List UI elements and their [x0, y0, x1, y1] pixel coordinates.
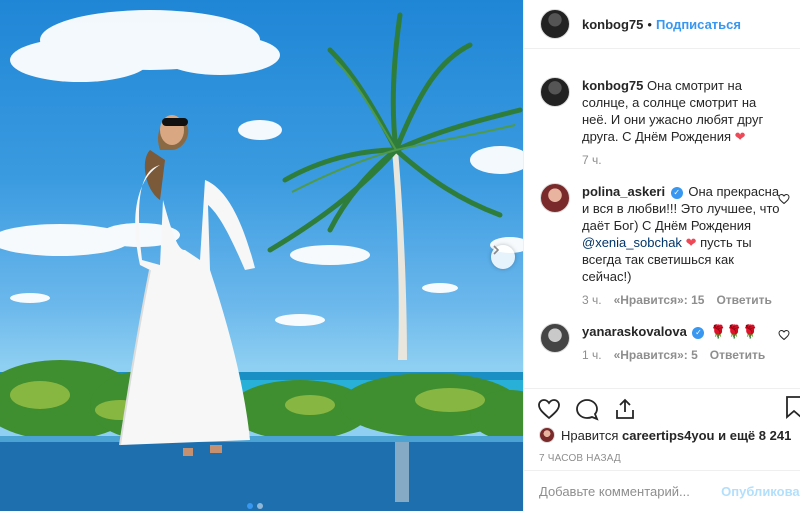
follow-button[interactable]: Подписаться — [656, 17, 741, 32]
author-avatar[interactable] — [540, 9, 570, 39]
like-comment-heart-icon[interactable] — [778, 193, 790, 205]
add-comment-bar: Опубликовать — [523, 470, 800, 511]
comment-time[interactable]: 3 ч. — [582, 293, 602, 307]
comment-input[interactable] — [539, 483, 719, 499]
caption-avatar[interactable] — [540, 77, 570, 107]
carousel-dots — [247, 503, 263, 509]
mention-link[interactable]: @xenia_sobchak — [582, 235, 682, 250]
comment-time[interactable]: 1 ч. — [582, 348, 602, 362]
reply-button[interactable]: Ответить — [710, 348, 765, 362]
heart-emoji-icon: ❤ — [734, 129, 746, 144]
publish-button[interactable]: Опубликовать — [721, 484, 800, 499]
verified-badge-icon: ✓ — [670, 186, 683, 199]
rose-emoji-icon: 🌹🌹🌹 — [710, 324, 759, 339]
likes-summary: Нравится careertips4you и ещё 8 241 — [539, 427, 791, 443]
comment-likes[interactable]: «Нравится»: 15 — [614, 293, 705, 307]
commenter-avatar[interactable] — [540, 323, 570, 353]
author-username[interactable]: konbog75 — [582, 17, 643, 32]
caption-text: konbog75 Она смотрит на солнце, а солнце… — [582, 77, 782, 145]
verified-badge-icon: ✓ — [692, 326, 705, 339]
comments-list: konbog75 Она смотрит на солнце, а солнце… — [540, 64, 798, 362]
comment-likes[interactable]: «Нравится»: 5 — [614, 348, 698, 362]
comment-meta: 3 ч. «Нравится»: 15 Ответить — [582, 293, 782, 307]
commenter-avatar[interactable] — [540, 183, 570, 213]
likes-count[interactable]: и ещё 8 241 — [718, 428, 791, 443]
commenter-username[interactable]: yanaraskovalova — [582, 324, 687, 339]
reply-button[interactable]: Ответить — [716, 293, 771, 307]
comment-item: yanaraskovalova ✓ 🌹🌹🌹 1 ч. «Нравится»: 5… — [540, 323, 798, 362]
carousel-dot — [257, 503, 263, 509]
heart-icon[interactable] — [537, 397, 561, 421]
post-header: konbog75 • Подписаться — [524, 0, 800, 49]
chevron-right-icon — [493, 245, 500, 255]
carousel-dot-active — [247, 503, 253, 509]
header-separator: • — [647, 16, 652, 32]
comment-item: polina_askeri ✓ Она прекрасна и вся в лю… — [540, 183, 798, 307]
heart-emoji-icon: ❤ — [685, 235, 697, 250]
commenter-username[interactable]: polina_askeri — [582, 184, 665, 199]
comment-meta: 1 ч. «Нравится»: 5 Ответить — [582, 348, 782, 362]
comment-text: polina_askeri ✓ Она прекрасна и вся в лю… — [582, 183, 782, 285]
post-actions — [523, 388, 800, 428]
comment-icon[interactable] — [575, 397, 599, 421]
liker-avatar[interactable] — [539, 427, 555, 443]
comment-text: yanaraskovalova ✓ 🌹🌹🌹 — [582, 323, 782, 340]
bookmark-icon[interactable] — [782, 395, 800, 419]
caption-time[interactable]: 7 ч. — [582, 153, 602, 167]
post-photo[interactable] — [0, 0, 523, 511]
post-timestamp[interactable]: 7 ЧАСОВ НАЗАД — [539, 453, 621, 464]
next-image-button[interactable] — [491, 245, 515, 269]
like-comment-heart-icon[interactable] — [778, 329, 790, 341]
caption-meta: 7 ч. — [582, 153, 782, 167]
caption-username[interactable]: konbog75 — [582, 78, 643, 93]
photo-scene — [0, 10, 523, 511]
share-icon[interactable] — [613, 397, 637, 421]
likes-prefix: Нравится — [561, 427, 619, 443]
liker-username[interactable]: careertips4you — [622, 428, 715, 443]
caption: konbog75 Она смотрит на солнце, а солнце… — [540, 77, 798, 167]
